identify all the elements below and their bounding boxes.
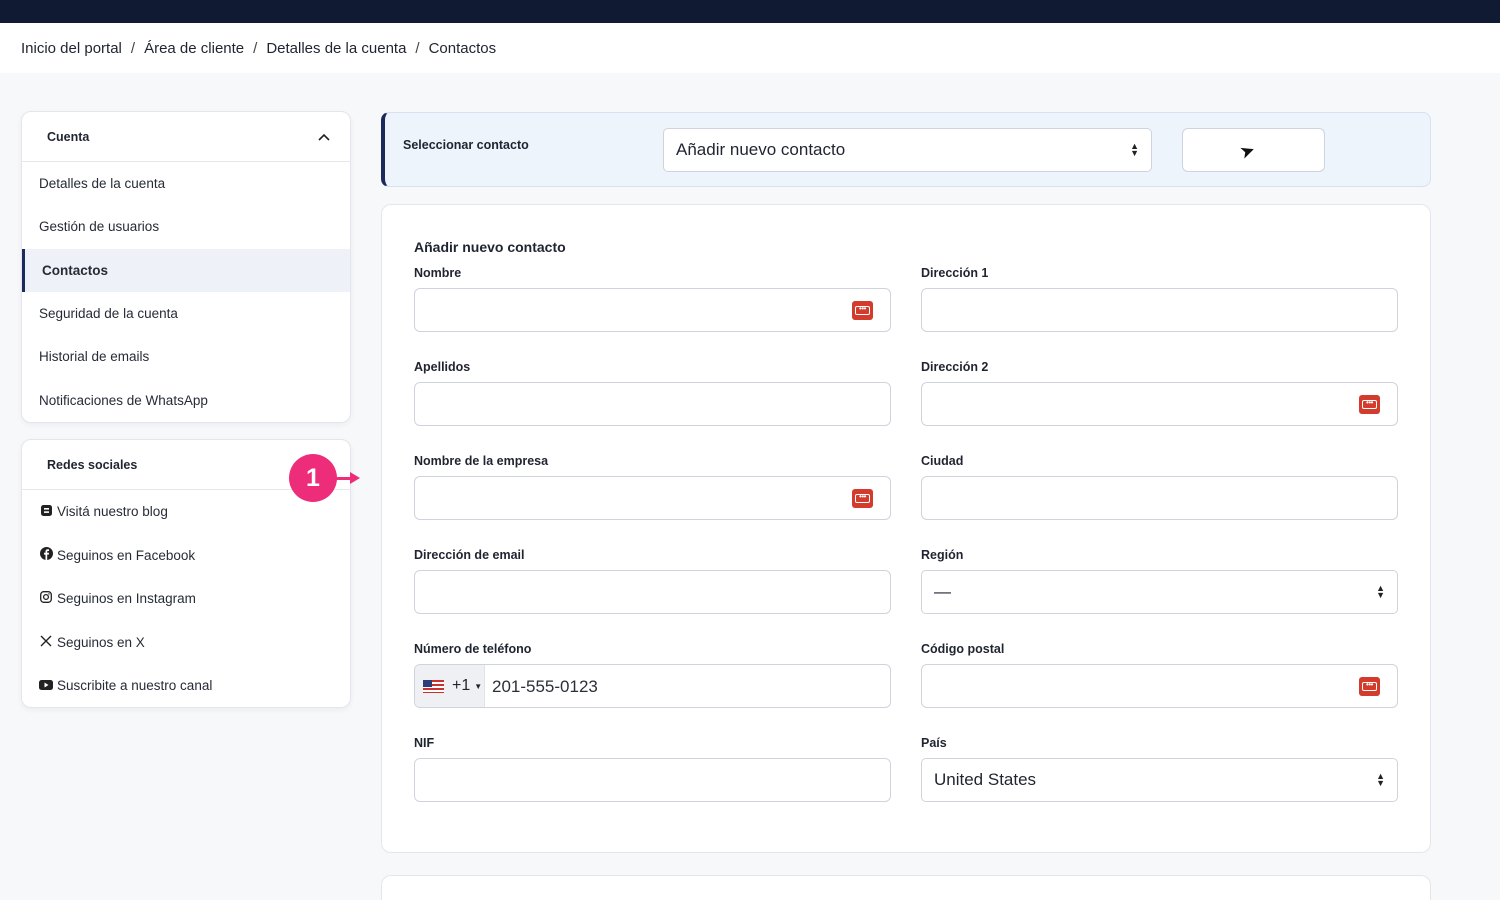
last-name-label: Apellidos	[414, 360, 471, 374]
select-arrows-icon: ▲ ▼	[1376, 771, 1385, 788]
address2-field[interactable]: •••	[921, 382, 1398, 426]
postal-code-field[interactable]: •••	[921, 664, 1398, 708]
account-sidebar-header[interactable]: Cuenta	[22, 112, 350, 162]
address2-label: Dirección 2	[921, 360, 989, 374]
contact-selector-label: Seleccionar contacto	[403, 138, 529, 152]
next-section-card	[381, 875, 1431, 900]
chevron-up-icon[interactable]	[318, 133, 330, 141]
social-item-label: Visitá nuestro blog	[57, 504, 168, 520]
first-name-label: Nombre	[414, 266, 462, 280]
phone-field[interactable]: +1 ▼ 201-555-0123	[414, 664, 891, 708]
social-item-instagram[interactable]: Seguinos en Instagram	[22, 577, 350, 621]
top-bar	[0, 0, 1500, 23]
region-label: Región	[921, 548, 964, 562]
email-field[interactable]	[414, 570, 891, 614]
city-label: Ciudad	[921, 454, 964, 468]
select-arrows-icon: ▲ ▼	[1376, 583, 1385, 600]
phone-value: 201-555-0123	[492, 677, 598, 696]
password-manager-icon[interactable]: •••	[1359, 395, 1380, 414]
select-arrows-icon: ▲ ▼	[1130, 141, 1139, 158]
country-label: País	[921, 736, 947, 750]
country-code: +1	[452, 677, 471, 694]
password-manager-icon[interactable]: •••	[1359, 677, 1380, 696]
phone-label: Número de teléfono	[414, 642, 532, 656]
region-value: —	[934, 582, 951, 601]
sidebar-item-label: Seguridad de la cuenta	[39, 306, 178, 322]
country-select[interactable]: United States ▲ ▼	[921, 758, 1398, 802]
password-manager-icon[interactable]: •••	[852, 301, 873, 320]
sidebar-item-label: Historial de emails	[39, 349, 150, 365]
youtube-icon	[39, 679, 53, 693]
social-item-label: Seguinos en X	[57, 634, 145, 650]
sidebar-item-label: Contactos	[42, 262, 109, 278]
social-item-x[interactable]: Seguinos en X	[22, 621, 350, 665]
sidebar-item-contacts[interactable]: Contactos	[22, 248, 350, 292]
country-code-dropdown[interactable]: +1 ▼	[415, 665, 485, 707]
sidebar-item-user-management[interactable]: Gestión de usuarios	[22, 205, 350, 248]
company-name-label: Nombre de la empresa	[414, 454, 549, 468]
city-field[interactable]	[921, 476, 1398, 520]
mouse-cursor-icon: ➤	[1236, 139, 1258, 164]
x-icon	[39, 635, 53, 650]
social-item-facebook[interactable]: Seguinos en Facebook	[22, 534, 350, 578]
password-manager-icon[interactable]: •••	[852, 489, 873, 508]
social-item-label: Suscribite a nuestro canal	[57, 678, 213, 694]
sidebar-item-account-details[interactable]: Detalles de la cuenta	[22, 162, 350, 205]
company-name-field[interactable]: •••	[414, 476, 891, 520]
region-select[interactable]: — ▲ ▼	[921, 570, 1398, 614]
instagram-icon	[39, 591, 53, 606]
email-label: Dirección de email	[414, 548, 525, 562]
contact-select-submit-button[interactable]: ➤	[1182, 128, 1325, 172]
sidebar-item-label: Notificaciones de WhatsApp	[39, 392, 208, 408]
caret-down-icon: ▼	[474, 681, 483, 691]
social-sidebar-title: Redes sociales	[47, 457, 138, 472]
account-sidebar-title: Cuenta	[47, 129, 90, 144]
social-item-label: Seguinos en Instagram	[57, 591, 196, 607]
form-title: Añadir nuevo contacto	[414, 239, 566, 255]
breadcrumb-home[interactable]: Inicio del portal	[21, 40, 122, 57]
breadcrumb-contacts: Contactos	[428, 39, 497, 57]
contact-selector-card: Seleccionar contacto Añadir nuevo contac…	[381, 112, 1431, 187]
account-sidebar: Cuenta Detalles de la cuenta Gestión de …	[21, 111, 351, 423]
sidebar-item-label: Gestión de usuarios	[39, 219, 160, 235]
breadcrumb-separator: /	[415, 39, 420, 57]
contact-select-value: Añadir nuevo contacto	[676, 140, 846, 159]
contact-select[interactable]: Añadir nuevo contacto ▲ ▼	[663, 128, 1152, 172]
address1-field[interactable]	[921, 288, 1398, 332]
nif-field[interactable]	[414, 758, 891, 802]
breadcrumb-account-details[interactable]: Detalles de la cuenta	[266, 40, 406, 57]
social-item-label: Seguinos en Facebook	[57, 547, 196, 563]
nif-label: NIF	[414, 736, 435, 750]
sidebar-item-whatsapp-notifications[interactable]: Notificaciones de WhatsApp	[22, 378, 350, 421]
social-item-youtube[interactable]: Suscribite a nuestro canal	[22, 664, 350, 707]
step-arrow-head	[350, 472, 360, 484]
step-badge: 1	[289, 454, 337, 502]
breadcrumb-separator: /	[130, 39, 136, 57]
sidebar-item-label: Detalles de la cuenta	[39, 176, 166, 192]
sidebar-item-email-history[interactable]: Historial de emails	[22, 335, 350, 378]
first-name-field[interactable]: •••	[414, 288, 891, 332]
new-contact-form: Añadir nuevo contacto Nombre ••• Apellid…	[381, 204, 1431, 853]
breadcrumb: Inicio del portal / Área de cliente / De…	[0, 23, 1500, 73]
us-flag-icon	[423, 679, 444, 693]
country-value: United States	[934, 770, 1037, 789]
breadcrumb-client-area[interactable]: Área de cliente	[144, 40, 244, 57]
blog-icon	[39, 504, 53, 519]
breadcrumb-separator: /	[253, 39, 258, 57]
sidebar-item-account-security[interactable]: Seguridad de la cuenta	[22, 292, 350, 335]
address1-label: Dirección 1	[921, 266, 989, 280]
postal-code-label: Código postal	[921, 642, 1005, 656]
facebook-icon	[39, 547, 53, 563]
last-name-field[interactable]	[414, 382, 891, 426]
